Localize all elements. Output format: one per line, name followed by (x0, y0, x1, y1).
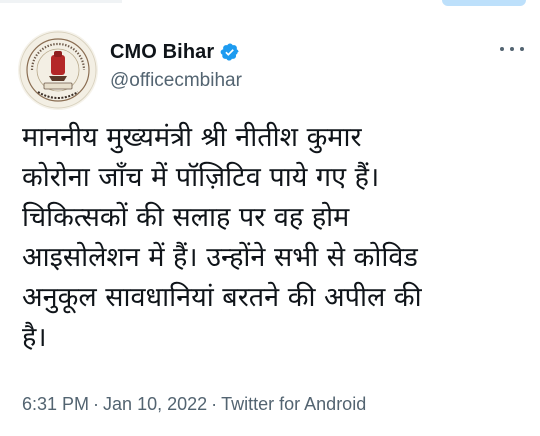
more-dot (520, 47, 524, 51)
more-dot (510, 47, 514, 51)
tweet-source[interactable]: Twitter for Android (221, 394, 366, 414)
more-options-icon[interactable] (500, 42, 524, 56)
author-handle[interactable]: @officecmbihar (110, 70, 242, 92)
verified-badge-icon (220, 43, 239, 61)
tweet-text: माननीय मुख्यमंत्री श्री नीतीश कुमार कोरो… (22, 122, 422, 353)
top-divider (0, 0, 122, 3)
display-name[interactable]: CMO Bihar (110, 41, 214, 64)
meta-separator: · (211, 394, 218, 414)
avatar[interactable] (18, 30, 98, 110)
more-dot (500, 47, 504, 51)
meta-separator: · (93, 394, 100, 414)
author-name-row[interactable]: CMO Bihar (110, 40, 240, 64)
follow-button-edge[interactable] (442, 0, 526, 6)
tweet-date[interactable]: Jan 10, 2022 (103, 394, 207, 414)
tweet-time[interactable]: 6:31 PM (22, 394, 89, 414)
seal-icon (19, 31, 97, 109)
tweet-header: CMO Bihar @officecmbihar (18, 30, 526, 110)
tweet-page: CMO Bihar @officecmbihar माननीय मुख्यमंत… (0, 0, 540, 436)
tweet-meta: 6:31 PM · Jan 10, 2022 · Twitter for Android (22, 394, 366, 415)
